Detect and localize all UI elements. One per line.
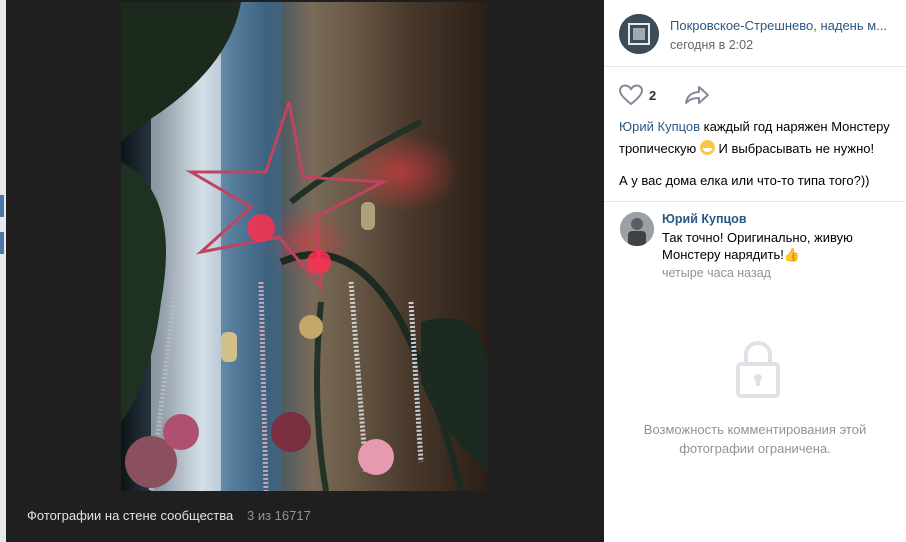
commenter-avatar[interactable] xyxy=(620,212,654,246)
group-avatar[interactable] xyxy=(619,14,659,54)
share-icon[interactable] xyxy=(684,84,710,111)
post-text-line2: А у вас дома елка или что-то типа того?)… xyxy=(619,173,870,188)
post-time[interactable]: сегодня в 2:02 xyxy=(670,38,753,52)
group-name-link[interactable]: Покровское-Стрешнево, надень м... xyxy=(670,18,900,33)
photo[interactable] xyxy=(121,2,488,491)
comments-restricted-notice: Возможность комментирования этой фотогра… xyxy=(643,422,867,456)
comment-text-body: Так точно! Оригинально, живую Монстеру н… xyxy=(662,230,853,262)
comment-author-link[interactable]: Юрий Купцов xyxy=(662,212,747,226)
info-panel: Покровское-Стрешнево, надень м... сегодн… xyxy=(604,0,906,542)
post-actions: 2 xyxy=(604,80,906,110)
photo-viewer: Фотографии на стене сообщества 3 из 1671… xyxy=(0,0,604,542)
background-page-strip xyxy=(0,0,6,542)
divider xyxy=(604,201,906,202)
album-title[interactable]: Фотографии на стене сообщества xyxy=(27,508,233,523)
like-count: 2 xyxy=(649,88,657,103)
post-header: Покровское-Стрешнево, надень м... сегодн… xyxy=(604,0,906,67)
lock-icon xyxy=(735,340,781,405)
comment-text: Так точно! Оригинально, живую Монстеру н… xyxy=(662,229,892,263)
photo-counter: 3 из 16717 xyxy=(247,508,311,523)
grin-emoji-icon xyxy=(699,140,715,155)
post-text-part2: И выбрасывать не нужно! xyxy=(714,141,875,156)
post-author-link[interactable]: Юрий Купцов xyxy=(619,119,700,134)
post-description: Юрий Купцов каждый год наряжен Монстеру … xyxy=(619,116,899,192)
heart-icon[interactable] xyxy=(618,84,644,111)
thumbs-up-emoji-icon: 👍 xyxy=(783,247,801,262)
comment-time[interactable]: четыре часа назад xyxy=(662,266,771,280)
